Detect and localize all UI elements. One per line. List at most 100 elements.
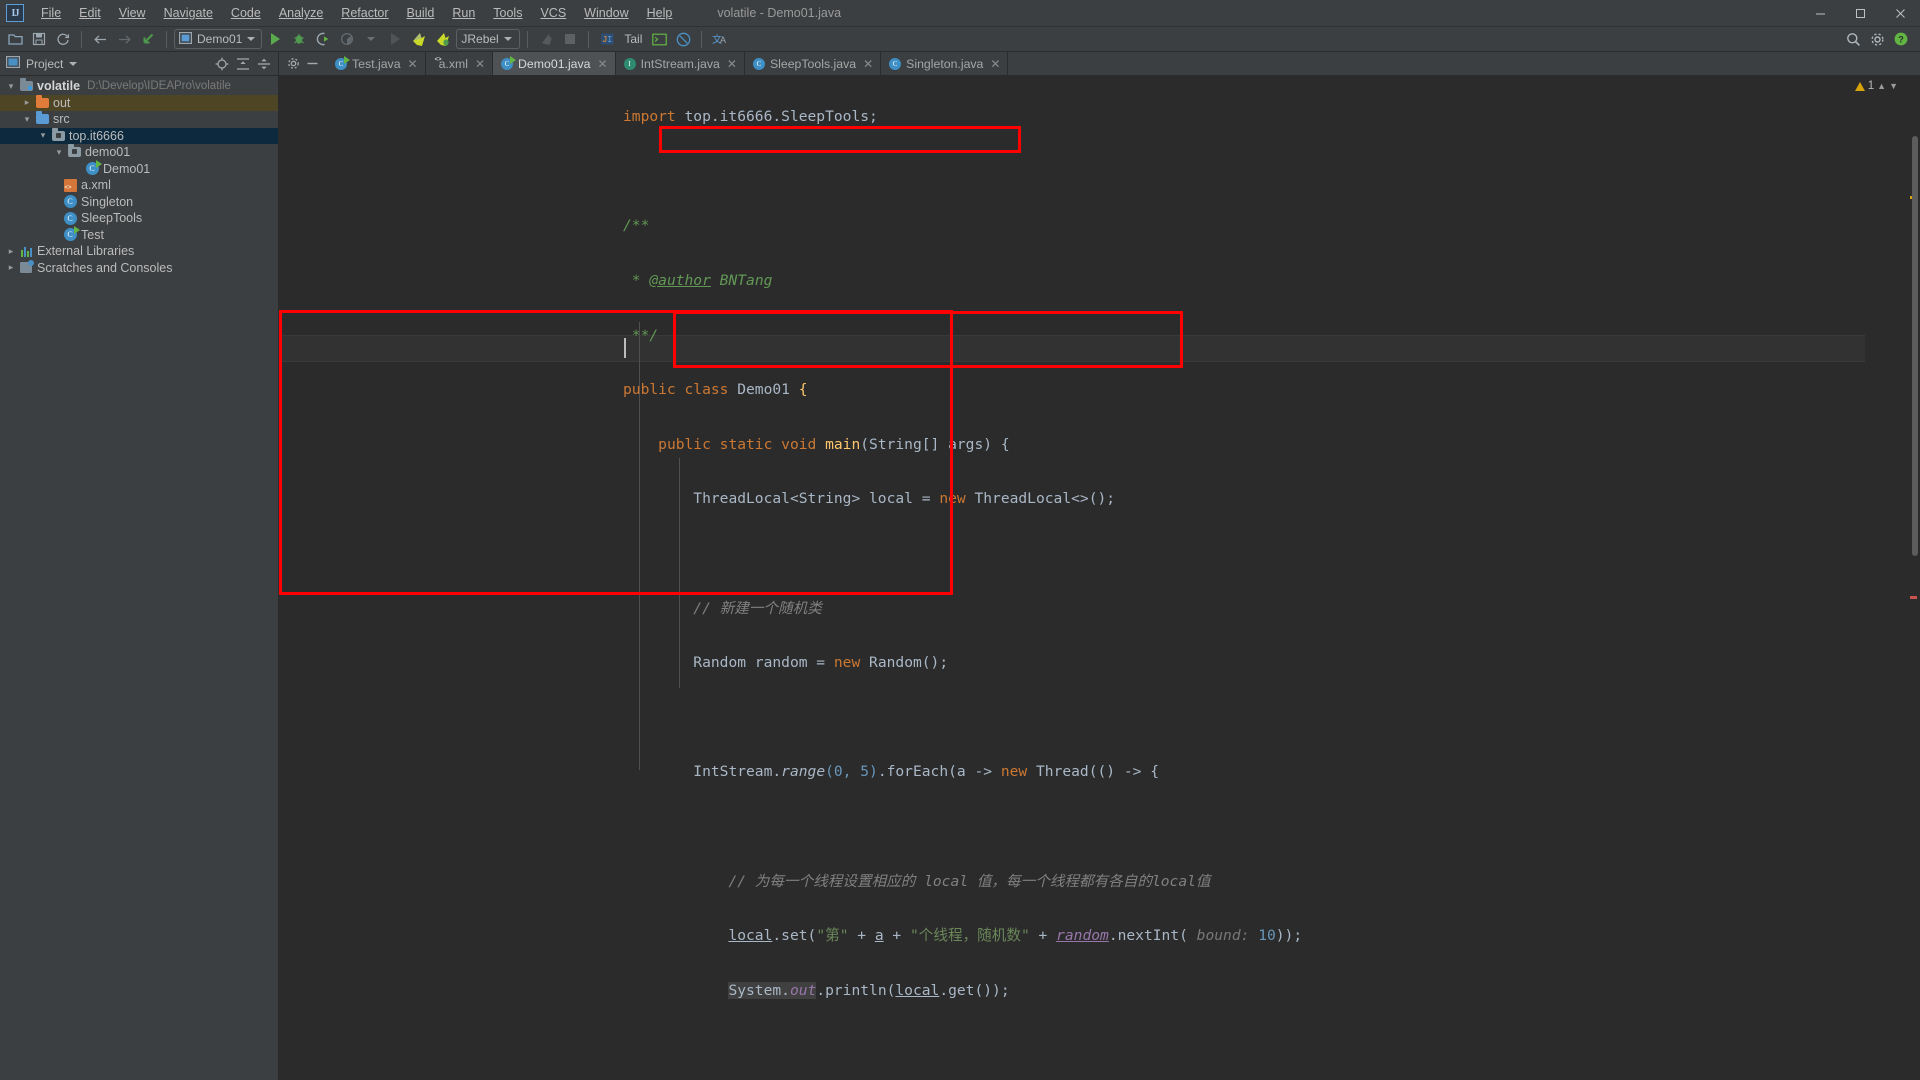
chevron-down-icon[interactable]: ▼ <box>1889 81 1898 91</box>
profile-dropdown-icon[interactable] <box>360 29 382 50</box>
variable-local[interactable]: local <box>895 982 939 999</box>
scroll-from-source-icon[interactable] <box>214 56 230 72</box>
menu-item-build[interactable]: Build <box>398 2 444 24</box>
tree-row-demo01[interactable]: ▾ demo01 <box>0 144 278 161</box>
chevron-right-icon[interactable]: ▸ <box>4 246 18 257</box>
menu-item-edit[interactable]: Edit <box>70 2 110 24</box>
editor-tab-test-java[interactable]: C Test.java ✕ <box>327 52 426 75</box>
jrebel-selector[interactable]: JRebel <box>456 29 521 49</box>
editor-settings-gear-icon[interactable] <box>286 56 301 71</box>
expand-all-icon[interactable] <box>235 56 251 72</box>
hide-panel-icon[interactable] <box>305 56 320 71</box>
back-arrow-icon[interactable] <box>89 29 111 50</box>
menu-item-window[interactable]: Window <box>575 2 637 24</box>
attach-profiler-icon[interactable] <box>535 29 557 50</box>
translate-icon[interactable]: 文A <box>709 29 731 50</box>
tree-row-top-it6666[interactable]: ▾ top.it6666 <box>0 127 278 144</box>
chevron-down-icon[interactable] <box>69 61 78 66</box>
editor-tab-demo01-java[interactable]: C Demo01.java ✕ <box>493 52 616 75</box>
tail-label[interactable]: Tail <box>620 32 646 46</box>
editor-tab-intstream-java[interactable]: I IntStream.java ✕ <box>616 52 745 75</box>
last-edit-location-icon[interactable] <box>137 29 159 50</box>
tree-row-demo01-class[interactable]: C Demo01 <box>0 160 278 178</box>
menu-item-vcs[interactable]: VCS <box>531 2 575 24</box>
close-icon[interactable]: ✕ <box>727 57 737 71</box>
scrollbar-thumb[interactable] <box>1912 136 1918 556</box>
menu-item-run[interactable]: Run <box>443 2 484 24</box>
inspection-widget[interactable]: 1 ▲ ▼ <box>1854 80 1898 92</box>
editor-right-margin: 1 ▲ ▼ <box>1854 76 1920 1080</box>
tree-row-test[interactable]: C Test <box>0 226 278 244</box>
code-editor[interactable]: import top.it6666.SleepTools; /** * @aut… <box>279 76 1920 1080</box>
menu-item-file[interactable]: File <box>32 2 70 24</box>
chevron-down-icon[interactable]: ▾ <box>4 81 18 92</box>
tree-row-sleeptools[interactable]: C SleepTools <box>0 210 278 227</box>
minimize-button[interactable] <box>1800 0 1840 27</box>
tree-row-src[interactable]: ▾ src <box>0 111 278 128</box>
maximize-button[interactable] <box>1840 0 1880 27</box>
run-icon[interactable] <box>264 29 286 50</box>
tree-row-volatile[interactable]: ▾ volatile D:\Develop\IDEAPro\volatile <box>0 78 278 95</box>
menu-item-refactor[interactable]: Refactor <box>332 2 397 24</box>
source-code[interactable]: import top.it6666.SleepTools; /** * @aut… <box>623 76 1302 1080</box>
collapse-all-icon[interactable] <box>256 56 272 72</box>
stop-icon[interactable] <box>559 29 581 50</box>
chevron-up-icon[interactable]: ▲ <box>1877 81 1886 91</box>
close-icon[interactable]: ✕ <box>475 57 485 71</box>
lambda-param-a[interactable]: a <box>875 927 884 944</box>
chevron-down-icon[interactable]: ▾ <box>36 130 50 141</box>
close-icon[interactable]: ✕ <box>863 57 873 71</box>
run-configuration-selector[interactable]: Demo01 <box>174 29 263 49</box>
menu-item-analyze[interactable]: Analyze <box>270 2 332 24</box>
variable-local[interactable]: local <box>728 927 772 944</box>
close-icon[interactable]: ✕ <box>990 57 1000 71</box>
jrebel-run-icon[interactable] <box>408 29 430 50</box>
sync-icon[interactable] <box>52 29 74 50</box>
debug-icon[interactable] <box>288 29 310 50</box>
rerun-icon[interactable] <box>384 29 406 50</box>
tail-icon[interactable]: JI <box>596 29 618 50</box>
chevron-right-icon[interactable]: ▸ <box>20 97 34 108</box>
toolbar-separator <box>166 30 167 48</box>
close-icon[interactable]: ✕ <box>408 57 418 71</box>
javadoc-author-tag[interactable]: @author <box>649 272 711 289</box>
open-folder-icon[interactable] <box>4 29 26 50</box>
chevron-right-icon[interactable]: ▸ <box>4 262 18 273</box>
tree-row-out[interactable]: ▸ out <box>0 94 278 111</box>
save-icon[interactable] <box>28 29 50 50</box>
editor-tab-a-xml[interactable]: a.xml ✕ <box>426 52 494 75</box>
chevron-down-icon[interactable]: ▾ <box>20 114 34 125</box>
terminal-icon[interactable] <box>648 29 670 50</box>
forward-arrow-icon[interactable] <box>113 29 135 50</box>
tree-row-singleton[interactable]: C Singleton <box>0 194 278 211</box>
close-icon[interactable]: ✕ <box>598 57 608 71</box>
ideavim-icon[interactable] <box>672 29 694 50</box>
search-everywhere-icon[interactable] <box>1842 29 1864 50</box>
tree-row-a-xml[interactable]: a.xml <box>0 177 278 194</box>
editor-vertical-scrollbar[interactable] <box>1910 76 1920 1080</box>
editor-tab-singleton-java[interactable]: C Singleton.java ✕ <box>881 52 1009 75</box>
project-tree[interactable]: ▾ volatile D:\Develop\IDEAPro\volatile ▸… <box>0 76 278 1080</box>
run-with-coverage-icon[interactable] <box>312 29 334 50</box>
chevron-down-icon[interactable]: ▾ <box>52 147 66 158</box>
menu-item-navigate[interactable]: Navigate <box>155 2 222 24</box>
editor-gutter[interactable] <box>279 76 619 1080</box>
field-out: out <box>789 981 817 999</box>
intellij-idea-logo: IJ <box>6 4 24 22</box>
plus-operator: + <box>1029 927 1057 945</box>
jrebel-debug-icon[interactable] <box>432 29 454 50</box>
menu-item-code[interactable]: Code <box>222 2 270 24</box>
editor-tab-sleeptools-java[interactable]: C SleepTools.java ✕ <box>745 52 882 75</box>
menu-item-view[interactable]: View <box>110 2 155 24</box>
menu-item-help[interactable]: Help <box>638 2 682 24</box>
tree-row-external-libraries[interactable]: ▸ External Libraries <box>0 243 278 260</box>
idea-window: IJ File Edit View Navigate Code Analyze … <box>0 0 1920 1080</box>
variable-random[interactable]: random <box>1056 927 1109 944</box>
settings-gear-icon[interactable] <box>1866 29 1888 50</box>
code-text-area[interactable]: import top.it6666.SleepTools; /** * @aut… <box>279 76 1920 1080</box>
close-button[interactable] <box>1880 0 1920 27</box>
tree-row-scratches-and-consoles[interactable]: ▸ Scratches and Consoles <box>0 260 278 277</box>
menu-item-tools[interactable]: Tools <box>484 2 531 24</box>
help-icon[interactable]: ? <box>1890 29 1912 50</box>
profile-icon[interactable] <box>336 29 358 50</box>
